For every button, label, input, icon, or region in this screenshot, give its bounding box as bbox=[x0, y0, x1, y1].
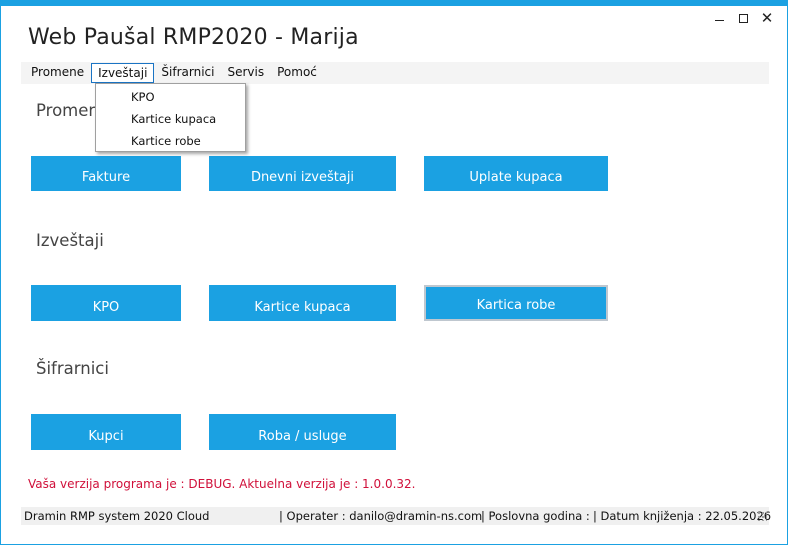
section-title-sifrarnici: Šifrarnici bbox=[36, 359, 109, 378]
dropdown-item-kartice-robe[interactable]: Kartice robe bbox=[96, 131, 245, 153]
tile-kartice-kupaca[interactable]: Kartice kupaca bbox=[209, 285, 396, 321]
menu-sifrarnici[interactable]: Šifrarnici bbox=[155, 63, 220, 83]
izvestaji-dropdown: KPO Kartice kupaca Kartice robe bbox=[95, 83, 246, 152]
tile-dnevni-izvestaji[interactable]: Dnevni izveštaji bbox=[209, 156, 396, 191]
maximize-icon bbox=[738, 13, 748, 23]
app-window: ✕ Web Paušal RMP2020 - Marija Promene Iz… bbox=[0, 0, 788, 545]
maximize-button[interactable] bbox=[731, 9, 755, 27]
tile-roba-usluge[interactable]: Roba / usluge bbox=[209, 414, 396, 450]
close-icon: ✕ bbox=[760, 8, 774, 27]
status-operator: | Operater : danilo@dramin-ns.com bbox=[279, 509, 483, 523]
tile-kpo[interactable]: KPO bbox=[31, 285, 181, 321]
menu-pomoc[interactable]: Pomoć bbox=[271, 63, 323, 83]
status-business-year: | Poslovna godina : bbox=[481, 509, 590, 523]
tile-uplate-kupaca[interactable]: Uplate kupaca bbox=[424, 156, 608, 191]
status-posting-date: | Datum knjiženja : 22.05.2026 bbox=[593, 509, 772, 523]
version-message: Vaša verzija programa je : DEBUG. Aktuel… bbox=[28, 477, 416, 491]
section-title-izvestaji: Izveštaji bbox=[36, 231, 104, 250]
status-bar: Dramin RMP system 2020 Cloud | Operater … bbox=[21, 507, 772, 525]
status-app-name: Dramin RMP system 2020 Cloud bbox=[24, 509, 210, 523]
menu-bar: Promene Izveštaji Šifrarnici Servis Pomo… bbox=[21, 62, 769, 84]
tile-fakture[interactable]: Fakture bbox=[31, 156, 181, 191]
dropdown-item-kpo[interactable]: KPO bbox=[96, 87, 245, 109]
tile-kupci[interactable]: Kupci bbox=[31, 414, 181, 450]
tile-kartica-robe[interactable]: Kartica robe bbox=[424, 285, 608, 321]
minimize-icon bbox=[714, 19, 724, 21]
minimize-button[interactable] bbox=[707, 9, 731, 27]
window-accent-strip bbox=[1, 1, 788, 6]
close-button[interactable]: ✕ bbox=[755, 9, 779, 27]
menu-izvestaji[interactable]: Izveštaji bbox=[91, 63, 155, 83]
window-controls: ✕ bbox=[707, 9, 779, 27]
dropdown-item-kartice-kupaca[interactable]: Kartice kupaca bbox=[96, 109, 245, 131]
menu-promene[interactable]: Promene bbox=[25, 63, 90, 83]
menu-servis[interactable]: Servis bbox=[221, 63, 270, 83]
resize-grip-icon[interactable] bbox=[757, 511, 767, 521]
window-title: Web Paušal RMP2020 - Marija bbox=[28, 25, 359, 50]
